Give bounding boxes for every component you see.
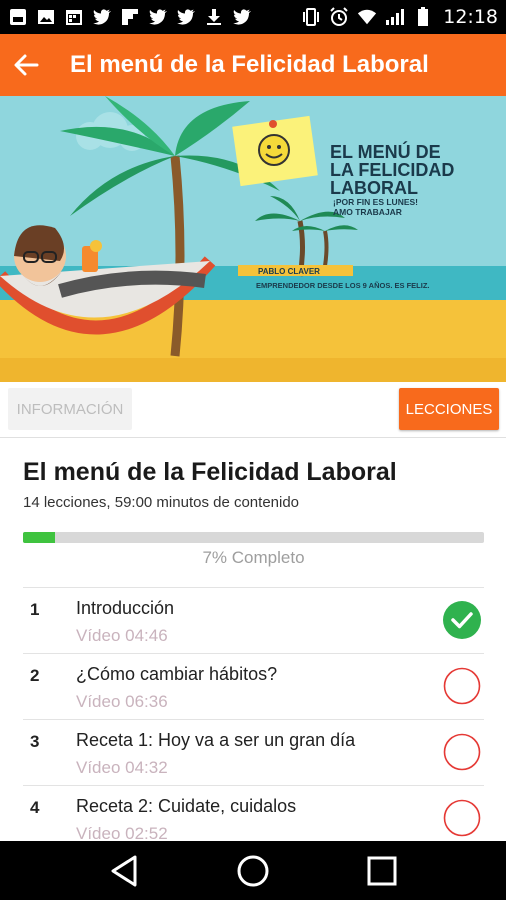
- lesson-item[interactable]: 3 Receta 1: Hoy va a ser un gran día Víd…: [23, 719, 484, 785]
- nav-home-button[interactable]: [229, 847, 277, 895]
- progress-label: 7% Completo: [202, 548, 305, 567]
- nav-back-button[interactable]: [100, 847, 148, 895]
- lesson-title: Receta 1: Hoy va a ser un gran día: [76, 730, 356, 750]
- empty-circle-icon: [443, 667, 481, 705]
- banner-author-caption: EMPRENDEDOR DESDE LOS 9 AÑOS. ES FELIZ.: [256, 281, 430, 290]
- empty-circle-icon: [443, 733, 481, 771]
- status-right-icons: 12:18: [301, 6, 498, 28]
- banner-tagline-line-2: AMO TRABAJAR: [333, 207, 402, 217]
- system-nav-bar: [0, 841, 506, 900]
- lesson-item[interactable]: 1 Introducción Vídeo 04:46: [23, 587, 484, 653]
- status-bar: 12:18: [0, 0, 506, 34]
- status-time: 12:18: [443, 6, 498, 28]
- check-circle-icon: [443, 601, 481, 639]
- battery-icon: [413, 7, 433, 27]
- course-subtitle: 14 lecciones, 59:00 minutos de contenido: [23, 494, 300, 511]
- recents-square-icon: [367, 856, 397, 885]
- back-triangle-icon: [111, 855, 137, 886]
- banner-headline-line-3: LABORAL: [330, 178, 418, 198]
- home-circle-icon: [237, 855, 269, 886]
- course-title: El menú de la Felicidad Laboral: [23, 458, 397, 486]
- signal-icon: [385, 7, 405, 27]
- lesson-duration: Vídeo 06:36: [76, 692, 168, 711]
- image-icon: [36, 7, 56, 27]
- download-icon: [204, 7, 224, 27]
- tab-lecciones[interactable]: LECCIONES: [399, 388, 499, 430]
- twitter-icon: [148, 7, 168, 27]
- twitter-icon: [92, 7, 112, 27]
- lesson-duration: Vídeo 04:46: [76, 626, 168, 645]
- wifi-icon: [357, 7, 377, 27]
- course-banner: EL MENÚ DE LA FELICIDAD LABORAL ¡POR FIN…: [0, 96, 506, 382]
- lesson-number: 4: [30, 798, 40, 817]
- app-title: El menú de la Felicidad Laboral: [70, 51, 429, 78]
- tabs-row: INFORMACIÓN LECCIONES: [0, 382, 506, 438]
- status-left-icons: [8, 7, 252, 27]
- lesson-number: 3: [30, 732, 40, 751]
- twitter-icon: [176, 7, 196, 27]
- lesson-title: Introducción: [76, 598, 175, 618]
- progress-bar: [23, 532, 484, 543]
- arrow-back-icon: [14, 54, 39, 76]
- vibrate-icon: [301, 7, 321, 27]
- back-button[interactable]: [2, 41, 50, 89]
- calendar-icon: [64, 7, 84, 27]
- app-bar: El menú de la Felicidad Laboral: [0, 34, 506, 96]
- lesson-number: 1: [30, 600, 40, 619]
- banner-headline-line-1: EL MENÚ DE: [330, 141, 441, 162]
- tab-informacion[interactable]: INFORMACIÓN: [8, 388, 132, 430]
- twitter-icon: [232, 7, 252, 27]
- banner-author: PABLO CLAVER: [258, 267, 320, 276]
- nav-recents-button[interactable]: [358, 847, 406, 895]
- screen: 12:18 El menú de la Felicidad Laboral EL…: [0, 0, 506, 900]
- lesson-title: ¿Cómo cambiar hábitos?: [76, 664, 278, 684]
- banner-headline-line-2: LA FELICIDAD: [330, 160, 454, 180]
- lesson-number: 2: [30, 666, 40, 685]
- lesson-title: Receta 2: Cuidate, cuidalos: [76, 796, 297, 816]
- progress-fill: [23, 532, 56, 543]
- notification-square-icon: [8, 7, 28, 27]
- empty-circle-icon: [443, 799, 481, 837]
- lesson-duration: Vídeo 04:32: [76, 758, 168, 777]
- flipboard-icon: [120, 7, 140, 27]
- lesson-list: 1 Introducción Vídeo 04:46 2 ¿Cómo cambi…: [23, 587, 484, 851]
- alarm-icon: [329, 7, 349, 27]
- banner-tagline-line-1: ¡POR FIN ES LUNES!: [333, 197, 418, 207]
- lesson-item[interactable]: 2 ¿Cómo cambiar hábitos? Vídeo 06:36: [23, 653, 484, 719]
